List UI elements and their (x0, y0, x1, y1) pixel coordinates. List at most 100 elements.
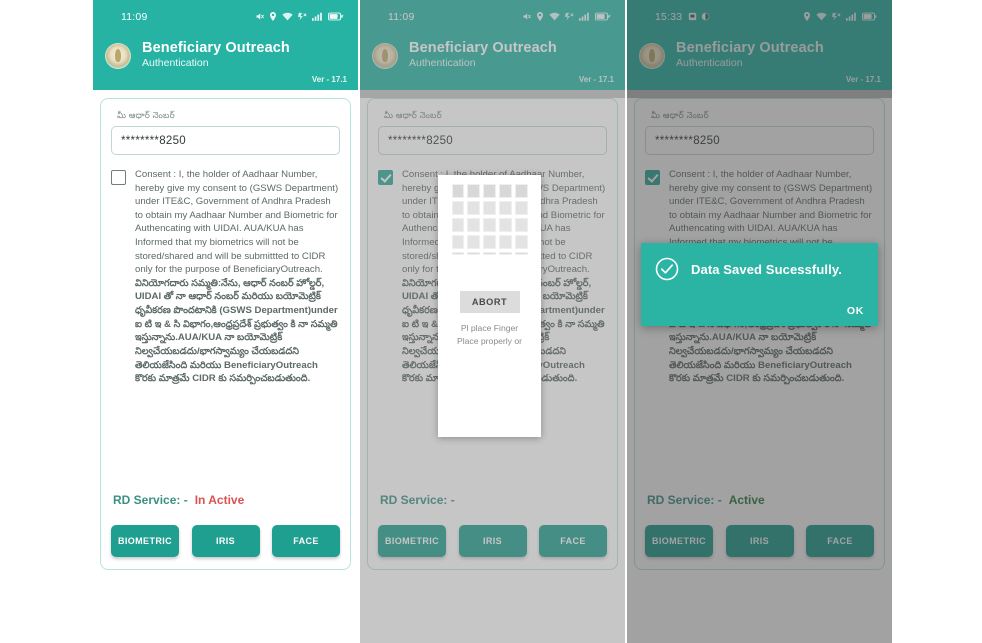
aadhaar-input-3[interactable]: ********8250 (645, 126, 874, 155)
app-version-1: Ver - 17.1 (311, 75, 347, 84)
app-title-2: Beneficiary Outreach (409, 40, 557, 56)
fp-cell (483, 184, 496, 198)
aadhaar-label-3: మీ ఆధార్ నెంబర్ (651, 110, 709, 120)
fp-cell (514, 252, 528, 255)
data-saved-dialog: Data Saved Sucessfully. OK (641, 243, 878, 326)
fingerprint-scan-grid-icon (451, 184, 528, 255)
app-bar-text-2: Beneficiary Outreach Authentication (409, 40, 557, 70)
location-icon (536, 12, 544, 21)
screen-body-1: మీ ఆధార్ నెంబర్ ********8250 Consent : I… (93, 98, 358, 643)
fp-cell (467, 235, 481, 249)
fp-cell (514, 218, 528, 232)
fp-cell (467, 184, 481, 198)
mute-icon (522, 12, 531, 21)
sim-icon (688, 12, 697, 21)
iris-button-2[interactable]: IRIS (458, 525, 527, 557)
battery-charging-icon (328, 12, 344, 21)
fp-cell (514, 201, 528, 215)
app-subtitle-2: Authentication (409, 57, 476, 70)
fp-cell (467, 201, 481, 215)
app-bar-3: Beneficiary Outreach Authentication Ver … (627, 33, 892, 90)
fp-cell (483, 252, 496, 255)
phone-panel-1: 11:09 Beneficiary Outreach Authenticatio… (93, 0, 358, 643)
mobile-data-icon (565, 12, 574, 21)
abort-button[interactable]: ABORT (459, 291, 520, 313)
face-button-2[interactable]: FACE (539, 525, 607, 557)
app-bar-1: Beneficiary Outreach Authentication Ver … (93, 33, 358, 90)
rd-service-status-3: Active (728, 493, 765, 507)
aadhaar-label-1: మీ ఆధార్ నెంబర్ (117, 110, 175, 120)
aadhaar-input-1[interactable]: ********8250 (111, 126, 340, 155)
app-bar-text-1: Beneficiary Outreach Authentication (142, 40, 290, 70)
app-bar-text-3: Beneficiary Outreach Authentication (676, 40, 824, 70)
rd-service-status-1: In Active (194, 493, 245, 507)
fingerprint-hint: Pl place Finger Place properly or (442, 322, 538, 348)
fingerprint-hint-line1: Pl place Finger (460, 323, 519, 333)
app-subtitle-3: Authentication (676, 57, 743, 70)
rd-service-row-2: RD Service: - (380, 493, 462, 507)
iris-button-1[interactable]: IRIS (191, 525, 260, 557)
consent-checkbox-3[interactable] (645, 170, 660, 185)
wifi-icon (282, 12, 293, 21)
location-icon (269, 12, 277, 21)
panel-gutter-2 (625, 0, 626, 643)
fp-cell (483, 235, 496, 249)
panel-gutter-3 (892, 0, 980, 643)
consent-text-1: Consent : I, the holder of Aadhaar Numbe… (135, 168, 340, 386)
biometric-button-1[interactable]: BIOMETRIC (111, 525, 179, 557)
rd-service-label-2: RD Service: - (380, 493, 455, 507)
fp-cell (498, 218, 512, 232)
ok-button[interactable]: OK (847, 305, 864, 317)
status-icons-right-3 (803, 12, 878, 21)
panel-gutter-1 (358, 0, 359, 643)
biometric-button-2[interactable]: BIOMETRIC (378, 525, 446, 557)
fp-cell (451, 235, 465, 249)
face-button-3[interactable]: FACE (806, 525, 874, 557)
battery-charging-icon (595, 12, 611, 21)
status-icons-left-3 (688, 12, 710, 21)
status-bar-3: 15:33 (627, 0, 892, 33)
check-circle-icon (655, 257, 679, 281)
fp-cell (451, 252, 465, 255)
fp-cell (451, 184, 465, 198)
fp-cell (467, 252, 481, 255)
phone-panel-2: 11:09 Beneficiary Outreach Authenticatio… (360, 0, 625, 643)
auth-button-row-2: BIOMETRIC IRIS FACE (378, 525, 607, 557)
wifi-icon (549, 12, 560, 21)
fp-cell (483, 201, 496, 215)
wifi-icon (816, 12, 827, 21)
fp-cell (514, 235, 528, 249)
screenshot-icon (701, 12, 710, 21)
rd-service-row-3: RD Service: - Active (647, 493, 765, 507)
auth-card-3: మీ ఆధార్ నెంబర్ ********8250 Consent : I… (634, 98, 885, 570)
auth-card-1: మీ ఆధార్ నెంబర్ ********8250 Consent : I… (100, 98, 351, 570)
fingerprint-hint-line2: Place properly or (457, 335, 522, 346)
app-title-3: Beneficiary Outreach (676, 40, 824, 56)
fp-cell (451, 218, 465, 232)
face-button-1[interactable]: FACE (272, 525, 340, 557)
consent-checkbox-1[interactable] (111, 170, 126, 185)
status-time-1: 11:09 (121, 10, 148, 23)
phone-panel-3: 15:33 Beneficiary Outreach Authenticatio… (627, 0, 892, 643)
ap-government-emblem-icon (105, 43, 131, 69)
app-bar-2: Beneficiary Outreach Authentication Ver … (360, 33, 625, 90)
mobile-data-icon (832, 12, 841, 21)
data-saved-dialog-body: Data Saved Sucessfully. (655, 257, 864, 281)
status-time-2: 11:09 (388, 10, 415, 23)
biometric-button-3[interactable]: BIOMETRIC (645, 525, 713, 557)
three-phone-screenshot-board: 11:09 Beneficiary Outreach Authenticatio… (0, 0, 982, 643)
mute-icon (255, 12, 264, 21)
auth-button-row-1: BIOMETRIC IRIS FACE (111, 525, 340, 557)
app-subtitle-1: Authentication (142, 57, 209, 70)
ap-government-emblem-icon (372, 43, 398, 69)
status-icons-right-1 (255, 12, 344, 21)
iris-button-3[interactable]: IRIS (725, 525, 794, 557)
aadhaar-input-2[interactable]: ********8250 (378, 126, 607, 155)
rd-service-label-3: RD Service: - (647, 493, 722, 507)
status-bar-1: 11:09 (93, 0, 358, 33)
consent-checkbox-2[interactable] (378, 170, 393, 185)
consent-block-1: Consent : I, the holder of Aadhaar Numbe… (111, 168, 340, 386)
app-version-2: Ver - 17.1 (578, 75, 614, 84)
aadhaar-label-2: మీ ఆధార్ నెంబర్ (384, 110, 442, 120)
fp-cell (498, 235, 512, 249)
